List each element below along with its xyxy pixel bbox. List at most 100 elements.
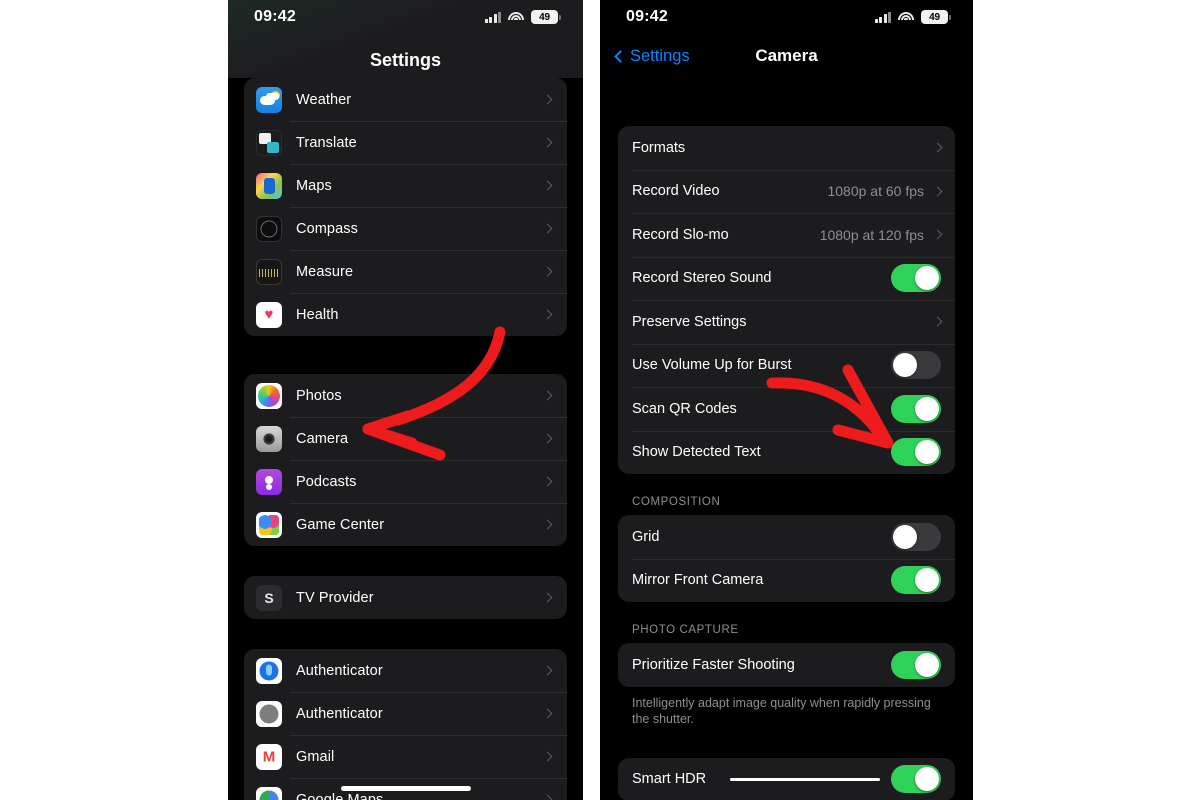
status-time: 09:42 xyxy=(626,8,668,26)
translate-app-icon xyxy=(256,130,282,156)
settings-group-tv-provider: TV Provider xyxy=(244,576,567,619)
settings-row-label: Authenticator xyxy=(296,663,383,679)
settings-row-label: Camera xyxy=(296,431,348,447)
authenticator-grey-app-icon xyxy=(256,701,282,727)
row-label: Record Stereo Sound xyxy=(632,270,771,286)
row-label: Record Video xyxy=(632,183,720,199)
chevron-right-icon xyxy=(543,310,553,320)
chevron-right-icon xyxy=(543,181,553,191)
camera-settings-scroll-area[interactable]: Formats Record Video 1080p at 60 fps Rec… xyxy=(600,78,973,800)
settings-row-weather[interactable]: Weather xyxy=(244,78,567,121)
settings-row-label: Authenticator xyxy=(296,706,383,722)
back-to-settings-button[interactable]: Settings xyxy=(616,47,690,66)
show-detected-text-toggle[interactable] xyxy=(891,438,941,466)
camera-settings-group-composition: Grid Mirror Front Camera xyxy=(618,515,955,602)
camera-settings-group-main: Formats Record Video 1080p at 60 fps Rec… xyxy=(618,126,955,474)
chevron-right-icon xyxy=(543,477,553,487)
battery-percent: 49 xyxy=(929,12,940,23)
settings-row-translate[interactable]: Translate xyxy=(244,121,567,164)
chevron-right-icon xyxy=(543,709,553,719)
back-button-label: Settings xyxy=(630,47,690,66)
row-value: 1080p at 60 fps xyxy=(827,183,924,199)
chevron-right-icon xyxy=(543,138,553,148)
section-header-photo-capture: PHOTO CAPTURE xyxy=(600,602,973,643)
settings-row-label: Podcasts xyxy=(296,474,356,490)
camera-row-grid[interactable]: Grid xyxy=(618,515,955,559)
settings-row-label: Game Center xyxy=(296,517,384,533)
settings-nav-header: 09:42 49 Settings xyxy=(228,0,583,78)
camera-row-formats[interactable]: Formats xyxy=(618,126,955,170)
camera-row-mirror-front-camera[interactable]: Mirror Front Camera xyxy=(618,559,955,603)
camera-row-record-slo-mo[interactable]: Record Slo-mo 1080p at 120 fps xyxy=(618,213,955,257)
row-label: Mirror Front Camera xyxy=(632,572,763,588)
settings-row-label: Weather xyxy=(296,92,351,108)
tv-provider-icon xyxy=(256,585,282,611)
settings-row-label: Maps xyxy=(296,178,332,194)
cellular-bars-icon xyxy=(485,12,502,23)
left-phone-settings-screen: Weather Translate Maps Compass xyxy=(228,0,583,800)
row-label: Use Volume Up for Burst xyxy=(632,357,792,373)
camera-row-prioritize-faster-shooting[interactable]: Prioritize Faster Shooting xyxy=(618,643,955,687)
battery-icon: 49 xyxy=(921,10,951,24)
settings-row-measure[interactable]: Measure xyxy=(244,250,567,293)
camera-row-smart-hdr[interactable]: Smart HDR xyxy=(618,758,955,800)
camera-row-show-detected-text[interactable]: Show Detected Text xyxy=(618,431,955,475)
settings-row-label: Health xyxy=(296,307,339,323)
cellular-bars-icon xyxy=(875,12,892,23)
settings-row-gmail[interactable]: Gmail xyxy=(244,735,567,778)
settings-row-compass[interactable]: Compass xyxy=(244,207,567,250)
mirror-front-camera-toggle[interactable] xyxy=(891,566,941,594)
chevron-right-icon xyxy=(543,95,553,105)
compass-app-icon xyxy=(256,216,282,242)
battery-icon: 49 xyxy=(531,10,561,24)
settings-row-authenticator-blue[interactable]: Authenticator xyxy=(244,649,567,692)
settings-scroll-area[interactable]: Weather Translate Maps Compass xyxy=(228,0,583,800)
camera-row-scan-qr-codes[interactable]: Scan QR Codes xyxy=(618,387,955,431)
authenticator-blue-app-icon xyxy=(256,658,282,684)
camera-nav-bar: Settings Camera xyxy=(600,34,973,78)
use-volume-up-for-burst-toggle[interactable] xyxy=(891,351,941,379)
settings-row-game-center[interactable]: Game Center xyxy=(244,503,567,546)
row-label: Record Slo-mo xyxy=(632,227,729,243)
settings-row-photos[interactable]: Photos xyxy=(244,374,567,417)
section-header-composition: COMPOSITION xyxy=(600,474,973,515)
camera-settings-group-photo-capture: Prioritize Faster Shooting xyxy=(618,643,955,687)
prioritize-faster-shooting-toggle[interactable] xyxy=(891,651,941,679)
camera-row-record-video[interactable]: Record Video 1080p at 60 fps xyxy=(618,170,955,214)
chevron-right-icon xyxy=(933,230,943,240)
right-phone-camera-settings-screen: 09:42 49 Settings Camera Formats xyxy=(600,0,973,800)
camera-app-icon xyxy=(256,426,282,452)
chevron-right-icon xyxy=(543,520,553,530)
chevron-right-icon xyxy=(543,391,553,401)
smart-hdr-toggle[interactable] xyxy=(891,765,941,793)
settings-row-camera[interactable]: Camera xyxy=(244,417,567,460)
settings-row-authenticator-grey[interactable]: Authenticator xyxy=(244,692,567,735)
google-maps-app-icon xyxy=(256,787,282,800)
settings-row-label: Gmail xyxy=(296,749,334,765)
gmail-app-icon xyxy=(256,744,282,770)
record-stereo-sound-toggle[interactable] xyxy=(891,264,941,292)
grid-toggle[interactable] xyxy=(891,523,941,551)
settings-row-label: Translate xyxy=(296,135,357,151)
camera-row-use-volume-up-for-burst[interactable]: Use Volume Up for Burst xyxy=(618,344,955,388)
settings-row-tv-provider[interactable]: TV Provider xyxy=(244,576,567,619)
settings-row-label: Compass xyxy=(296,221,358,237)
settings-row-label: Measure xyxy=(296,264,353,280)
settings-group-apple-apps-1: Weather Translate Maps Compass xyxy=(244,78,567,336)
settings-row-maps[interactable]: Maps xyxy=(244,164,567,207)
camera-settings-group-smart-hdr: Smart HDR xyxy=(618,758,955,800)
settings-row-podcasts[interactable]: Podcasts xyxy=(244,460,567,503)
chevron-right-icon xyxy=(933,143,943,153)
settings-row-health[interactable]: Health xyxy=(244,293,567,336)
camera-row-preserve-settings[interactable]: Preserve Settings xyxy=(618,300,955,344)
settings-row-label: Photos xyxy=(296,388,342,404)
status-time: 09:42 xyxy=(254,8,296,26)
chevron-right-icon xyxy=(543,593,553,603)
camera-row-record-stereo-sound[interactable]: Record Stereo Sound xyxy=(618,257,955,301)
chevron-right-icon xyxy=(543,434,553,444)
scan-qr-codes-toggle[interactable] xyxy=(891,395,941,423)
row-label: Preserve Settings xyxy=(632,314,746,330)
screenshot-stage: Weather Translate Maps Compass xyxy=(0,0,1200,800)
settings-row-label: TV Provider xyxy=(296,590,374,606)
game-center-app-icon xyxy=(256,512,282,538)
